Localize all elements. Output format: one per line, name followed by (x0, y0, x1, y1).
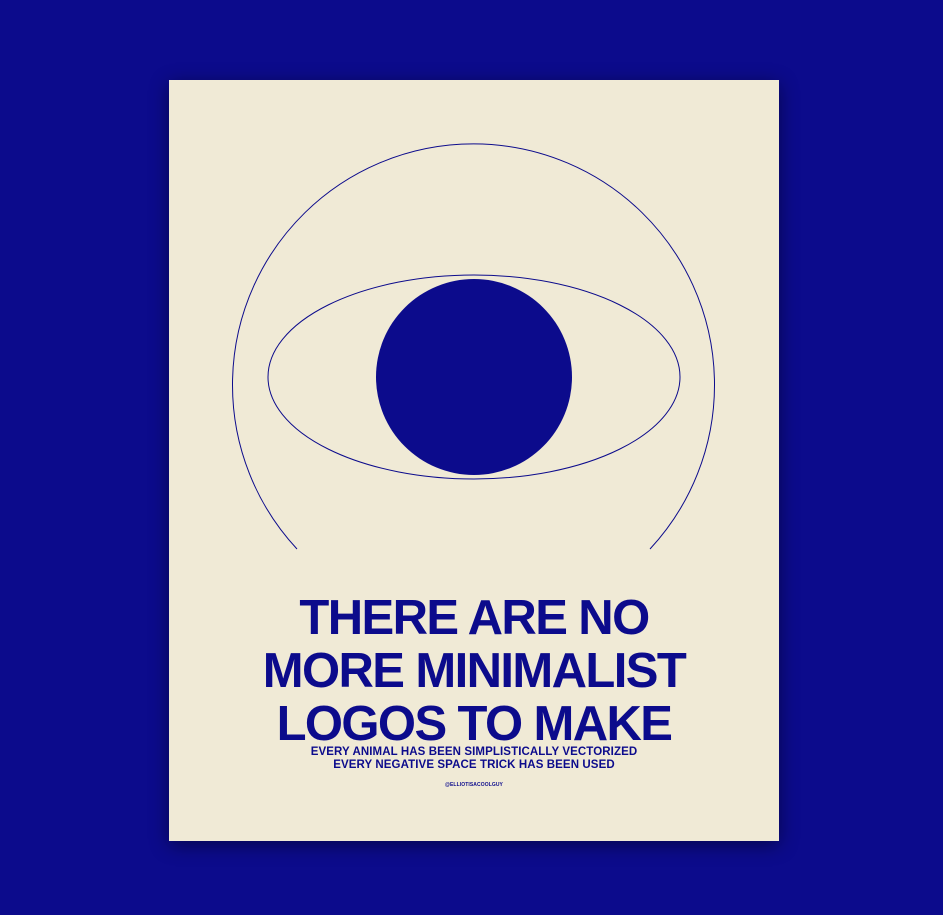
author-handle: @ELLIOTISACOOLGUY (445, 782, 503, 788)
subtext: EVERY ANIMAL HAS BEEN SIMPLISTICALLY VEC… (169, 746, 779, 772)
subtext-line-2: EVERY NEGATIVE SPACE TRICK HAS BEEN USED (333, 759, 615, 771)
headline-line-3: LOGOS TO MAKE (276, 697, 673, 751)
subtext-line-1: EVERY ANIMAL HAS BEEN SIMPLISTICALLY VEC… (310, 746, 638, 758)
headline-line-2: MORE MINIMALIST (262, 644, 687, 698)
eye-icon (232, 143, 715, 550)
poster: THERE ARE NO MORE MINIMALIST LOGOS TO MA… (169, 80, 779, 841)
headline: THERE ARE NO MORE MINIMALIST LOGOS TO MA… (169, 592, 779, 751)
eye-pupil (376, 279, 572, 475)
headline-line-1: THERE ARE NO (299, 591, 650, 645)
